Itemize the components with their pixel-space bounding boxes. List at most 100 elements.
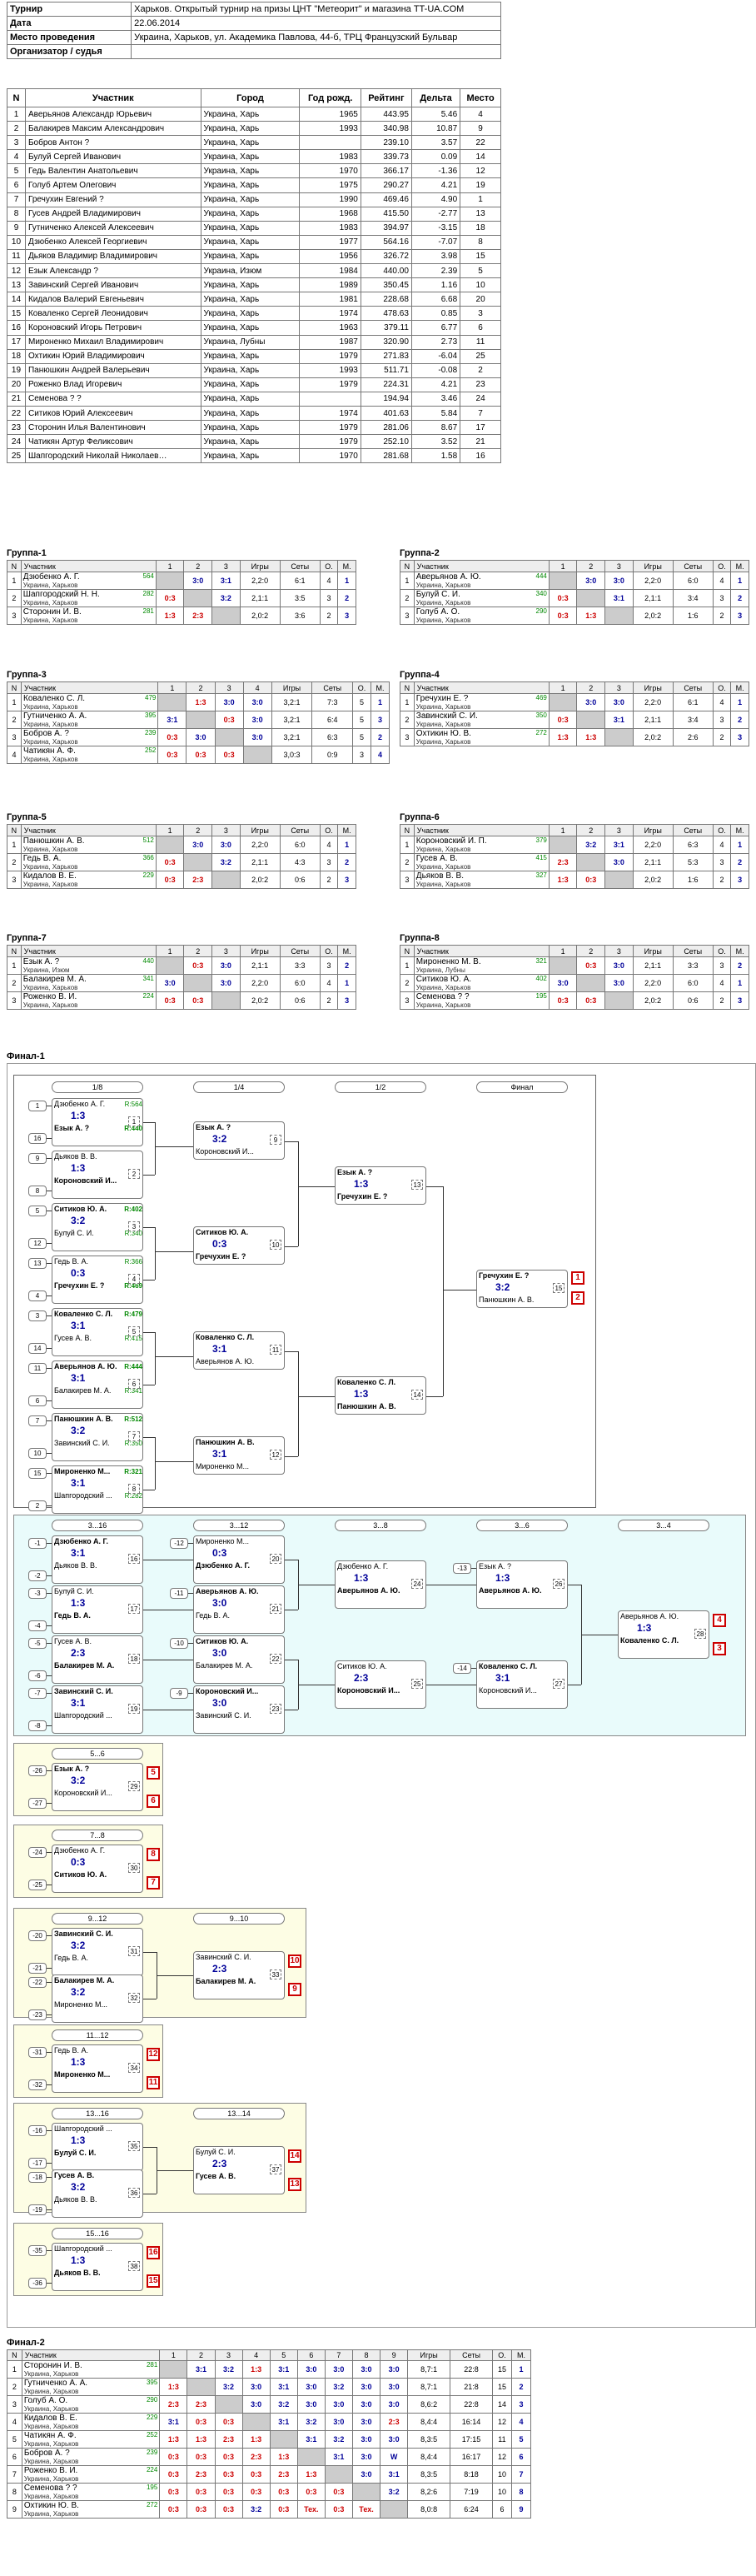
participant-cell: 3 xyxy=(7,135,26,151)
group-games: 2,0:2 xyxy=(632,728,674,746)
final2-score-cell: 3:0 xyxy=(351,2378,381,2396)
match-score: 3:2 xyxy=(223,2365,235,2374)
group-body: 1 321 Мироненко М. В. Украина, Лубны 0:3 3:0 2… xyxy=(400,956,749,1010)
final2-score-cell: 2:3 xyxy=(380,2413,409,2431)
participant-cell: 1979 xyxy=(299,377,361,392)
match-score: 3:1 xyxy=(613,716,624,724)
match-score: 1:3 xyxy=(167,2435,179,2444)
player-rating: 239 xyxy=(146,2449,158,2457)
bracket-line xyxy=(47,1368,52,1369)
seed-label: 10 xyxy=(28,1448,47,1459)
group-place: 1 xyxy=(337,572,356,590)
rank-badge: 1 xyxy=(571,1271,584,1285)
participant-cell xyxy=(299,135,361,151)
participant-cell: 6 xyxy=(7,177,26,193)
participant-cell: Булуй Сергей Иванович xyxy=(24,149,201,165)
rank-badge: 16 xyxy=(147,2246,160,2259)
final2-points: 6 xyxy=(492,2500,512,2519)
player-name: Мироненко М. В. xyxy=(415,957,481,967)
main-header: Место xyxy=(460,88,501,107)
main-header: Год рожд. xyxy=(299,88,361,107)
participant-cell: Езык Александр ? xyxy=(24,263,201,279)
seed-label: -2 xyxy=(28,1570,47,1581)
match-score: 0:3 xyxy=(585,876,597,884)
final2-score-cell: 0:3 xyxy=(269,2483,298,2501)
match-number: 15 xyxy=(553,1283,565,1293)
group-title: Группа-5 xyxy=(7,812,47,822)
group-player-cell: 321 Мироненко М. В. Украина, Лубны xyxy=(413,956,550,975)
group-place: 3 xyxy=(370,711,390,729)
group-sets: 3:3 xyxy=(279,956,321,975)
group-player-num: 1 xyxy=(400,572,415,590)
group-score-cell xyxy=(604,991,634,1010)
final2-score-cell: 3:0 xyxy=(351,2448,381,2466)
group-player-num: 1 xyxy=(7,836,22,854)
final2-sets: 7:19 xyxy=(450,2483,494,2501)
seed-label: -27 xyxy=(28,1798,47,1809)
participant-cell: Украина, Харь xyxy=(200,248,301,265)
match-score: 0:3 xyxy=(192,996,204,1005)
player-name: Бобров А. ? xyxy=(23,729,69,739)
final2-score-cell: 3:0 xyxy=(324,2360,353,2379)
participant-cell: 440.00 xyxy=(360,263,412,279)
match-score: 3:1 xyxy=(195,2365,206,2374)
group-games: 2,0:2 xyxy=(239,871,281,889)
group-header: N xyxy=(400,681,415,694)
participant-cell: 511.71 xyxy=(360,362,412,378)
group-player-cell: 340 Булуй С. И. Украина, Харьков xyxy=(413,589,550,607)
group-player-num: 2 xyxy=(7,974,22,992)
bracket-line xyxy=(47,2163,52,2164)
final2-score-cell: 3:0 xyxy=(296,2395,326,2414)
participant-row: 8 Гусев Андрей Владимирович Украина, Харь 1… xyxy=(7,206,501,222)
final2-score-cell: 0:3 xyxy=(214,2483,243,2501)
group-score-cell: 0:3 xyxy=(155,871,185,889)
final2-place: 3 xyxy=(510,2395,532,2414)
group-header: 1 xyxy=(157,681,187,694)
group-player-num: 2 xyxy=(400,711,415,729)
final2-score-cell: 3:1 xyxy=(380,2465,409,2484)
participant-cell: 320.90 xyxy=(360,334,412,350)
rank-badge: 6 xyxy=(147,1795,160,1808)
participant-cell: Украина, Харь xyxy=(200,362,301,378)
match-player-a: Панюшкин А. В. R:512 xyxy=(54,1415,142,1423)
player-city: Украина, Харьков xyxy=(22,984,78,991)
group-header-row: N Участник 1 2 3 4 Игры Сеты О. М. xyxy=(6,681,390,694)
participant-cell: 469.46 xyxy=(360,192,412,207)
group-games: 2,1:1 xyxy=(632,711,674,729)
group-title: Группа-2 xyxy=(400,548,440,558)
match-score: 0:3 xyxy=(278,2488,290,2496)
match-score: 3:1 xyxy=(278,2365,290,2374)
match-number: 6 xyxy=(128,1379,140,1389)
group-place: 3 xyxy=(337,607,356,625)
group-head: N Участник 1 2 3 Игры Сеты О. М. xyxy=(400,824,749,836)
participant-cell: 1974 xyxy=(299,405,361,422)
match-score: 0:3 xyxy=(195,751,206,759)
match-number: 33 xyxy=(270,1969,281,1979)
player-name: Дзюбенко А. Г. xyxy=(22,572,80,582)
match-number: 23 xyxy=(270,1704,281,1714)
group-header: Участник xyxy=(413,824,550,836)
group-games: 2,2:0 xyxy=(632,974,674,992)
group-header: 2 xyxy=(186,681,216,694)
group-player-cell: 229 Кидалов В. Е. Украина, Харьков xyxy=(20,871,157,889)
group-header: Участник xyxy=(20,560,157,572)
match-number: 18 xyxy=(128,1654,140,1664)
participant-cell: 271.83 xyxy=(360,348,412,364)
bracket-line xyxy=(47,1158,52,1159)
participant-cell: 1970 xyxy=(299,448,361,464)
bracket-line xyxy=(471,1668,476,1669)
final2-games: 8,4:4 xyxy=(407,2448,451,2466)
final2-sets: 8:18 xyxy=(450,2465,494,2484)
tournament-info-table: Турнир Харьков. Открытый турнир на призы … xyxy=(6,2,501,59)
group-score-cell xyxy=(214,728,244,746)
group-score-cell xyxy=(604,728,634,746)
participant-cell: 4.21 xyxy=(410,177,461,193)
match-score: 0:3 xyxy=(333,2488,345,2496)
final2-player-cell: 395 Гутниченко А. А. Украина, Харьков xyxy=(21,2378,161,2396)
final2-games: 8,7:1 xyxy=(407,2378,451,2396)
group-header: О. xyxy=(319,945,339,957)
match-player-a: Гедь В. А. xyxy=(54,2046,89,2054)
seed-label: -18 xyxy=(28,2172,47,2183)
match-score: 0:3 xyxy=(251,2488,262,2496)
group-score-cell: 3:0 xyxy=(604,693,634,711)
